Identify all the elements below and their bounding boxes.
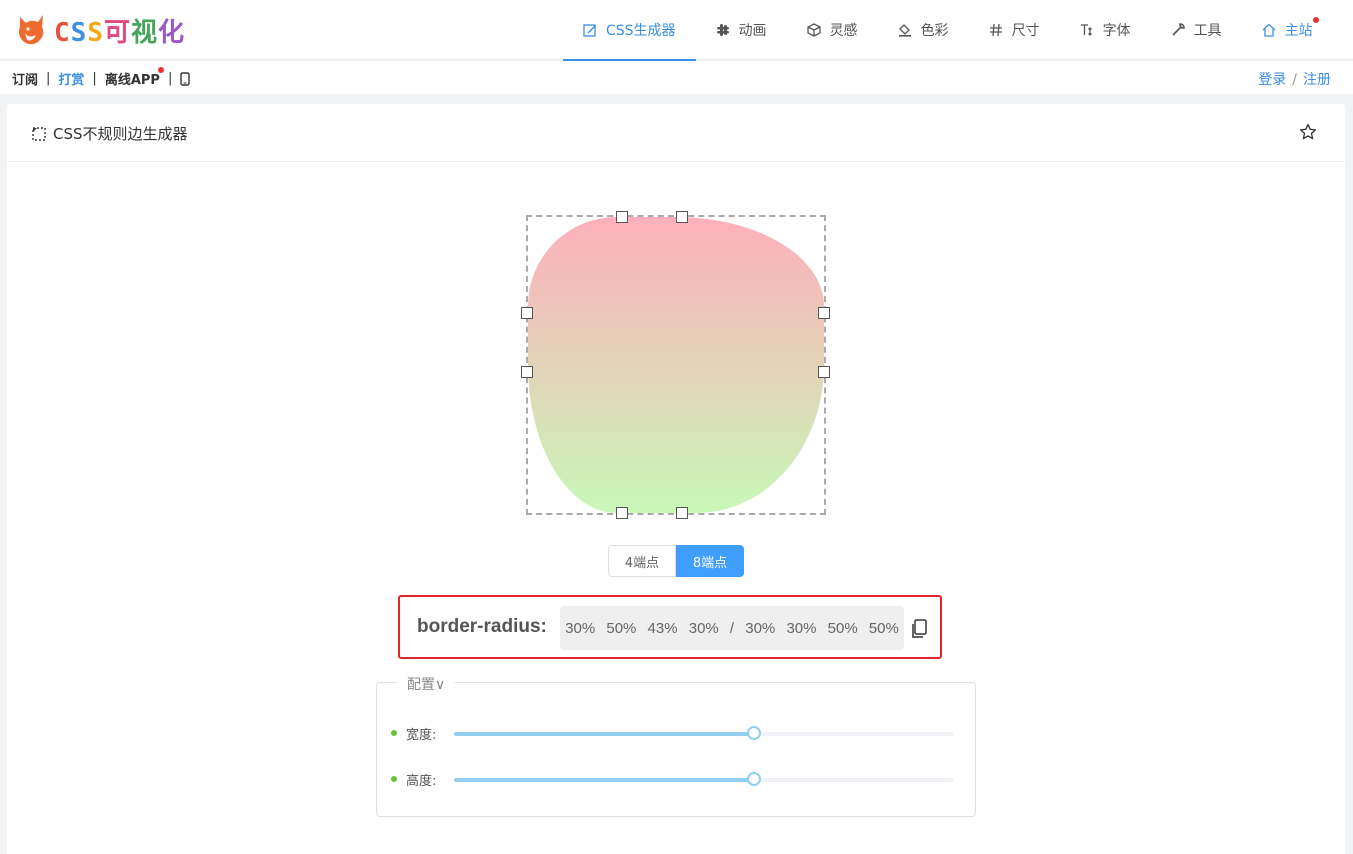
card-title: CSS不规则边生成器	[31, 123, 188, 144]
code-label: border-radius:	[417, 616, 547, 637]
nav-label: 字体	[1102, 23, 1131, 39]
shape-editor	[521, 211, 830, 519]
separator: |	[46, 71, 51, 86]
nav-item-main-site[interactable]: 主站	[1242, 0, 1333, 60]
height-slider-knob[interactable]	[747, 772, 761, 786]
bullet-dot	[391, 776, 397, 782]
height-slider-fill	[454, 778, 754, 782]
width-row: 宽度:	[391, 723, 961, 743]
top-left-handle[interactable]	[616, 211, 628, 223]
point-mode-toggle: 4端点 8端点	[608, 545, 744, 577]
sub-bar-links: 订阅 | 打赏 | 离线APP |	[12, 67, 191, 88]
irregular-border-icon	[32, 126, 46, 141]
slack-icon	[716, 24, 729, 36]
nav-item-inspiration[interactable]: 灵感	[787, 0, 878, 60]
right-top-handle[interactable]	[818, 307, 830, 319]
paint-bucket-icon	[898, 24, 911, 37]
fox-logo-icon	[19, 15, 44, 45]
nav-label: 尺寸	[1011, 23, 1040, 39]
logo-text: CSS可视化	[54, 17, 186, 48]
copy-icon[interactable]	[910, 619, 928, 639]
width-slider[interactable]	[454, 726, 954, 740]
right-bottom-handle[interactable]	[818, 366, 830, 378]
nav-item-css-generator[interactable]: CSS生成器	[563, 0, 696, 61]
settings-legend[interactable]: 配置∨	[397, 674, 456, 694]
height-row: 高度:	[391, 769, 961, 789]
nav-item-font[interactable]: 字体	[1060, 0, 1151, 60]
nav-label: 色彩	[920, 23, 949, 39]
code-output: border-radius: 30% 50% 43% 30% / 30% 30%…	[398, 595, 942, 659]
page-title: CSS不规则边生成器	[53, 125, 188, 143]
top-right-handle[interactable]	[676, 211, 688, 223]
star-icon[interactable]	[1299, 123, 1317, 141]
text-size-icon	[1080, 24, 1092, 36]
nav-label: 主站	[1284, 23, 1313, 39]
bullet-dot	[391, 730, 397, 736]
border-radius-value[interactable]: 30% 50% 43% 30% / 30% 30% 50% 50%	[560, 606, 904, 650]
nav-label: 灵感	[829, 23, 858, 39]
bottom-right-handle[interactable]	[676, 507, 688, 519]
edit-icon	[583, 24, 596, 37]
main-nav: CSS生成器 动画 灵感 色彩 尺寸 字体 工具 主站	[563, 0, 1333, 61]
settings-panel: 配置∨ 宽度: 高度:	[376, 674, 976, 817]
preview-shape	[528, 217, 824, 513]
auth-links: 登录 / 注册	[1258, 69, 1331, 89]
width-label: 宽度:	[406, 727, 437, 743]
notification-dot	[1312, 17, 1319, 23]
separator: |	[92, 71, 97, 86]
eight-points-button[interactable]: 8端点	[676, 545, 744, 577]
height-slider[interactable]	[454, 772, 954, 786]
login-link[interactable]: 登录	[1258, 72, 1286, 88]
top-navbar: CSS可视化 CSS生成器 动画 灵感 色彩 尺寸 字体 工具 主站	[0, 0, 1353, 61]
left-bottom-handle[interactable]	[521, 366, 533, 378]
separator: |	[167, 71, 173, 86]
generator-card: CSS不规则边生成器 4端点 8端点 border-radius: 30% 50…	[7, 104, 1345, 854]
width-slider-fill	[454, 732, 754, 736]
four-points-button[interactable]: 4端点	[608, 545, 676, 577]
separator: /	[1292, 72, 1297, 88]
nav-item-size[interactable]: 尺寸	[969, 0, 1060, 60]
home-icon	[1262, 23, 1276, 37]
mobile-icon[interactable]	[180, 71, 191, 86]
wrench-icon	[1171, 23, 1185, 36]
nav-item-animation[interactable]: 动画	[696, 0, 787, 60]
notification-dot	[157, 67, 164, 73]
subscribe-link[interactable]: 订阅	[12, 69, 38, 88]
nav-item-color[interactable]: 色彩	[878, 0, 969, 60]
nav-item-tools[interactable]: 工具	[1151, 0, 1242, 60]
nav-label: 工具	[1193, 23, 1222, 39]
left-top-handle[interactable]	[521, 307, 533, 319]
height-label: 高度:	[406, 773, 437, 789]
register-link[interactable]: 注册	[1303, 72, 1331, 88]
offline-app-label: 离线APP	[104, 73, 160, 88]
card-header: CSS不规则边生成器	[7, 104, 1345, 162]
sub-bar: 订阅 | 打赏 | 离线APP | 登录 / 注册	[0, 61, 1353, 94]
width-slider-knob[interactable]	[747, 726, 761, 740]
bottom-left-handle[interactable]	[616, 507, 628, 519]
tip-link[interactable]: 打赏	[58, 69, 84, 88]
cube-icon	[806, 23, 821, 37]
offline-app-link[interactable]: 离线APP	[104, 67, 164, 88]
nav-label: CSS生成器	[606, 23, 676, 39]
hash-icon	[989, 23, 1002, 37]
site-logo[interactable]: CSS可视化	[16, 10, 185, 50]
nav-label: 动画	[738, 23, 767, 39]
